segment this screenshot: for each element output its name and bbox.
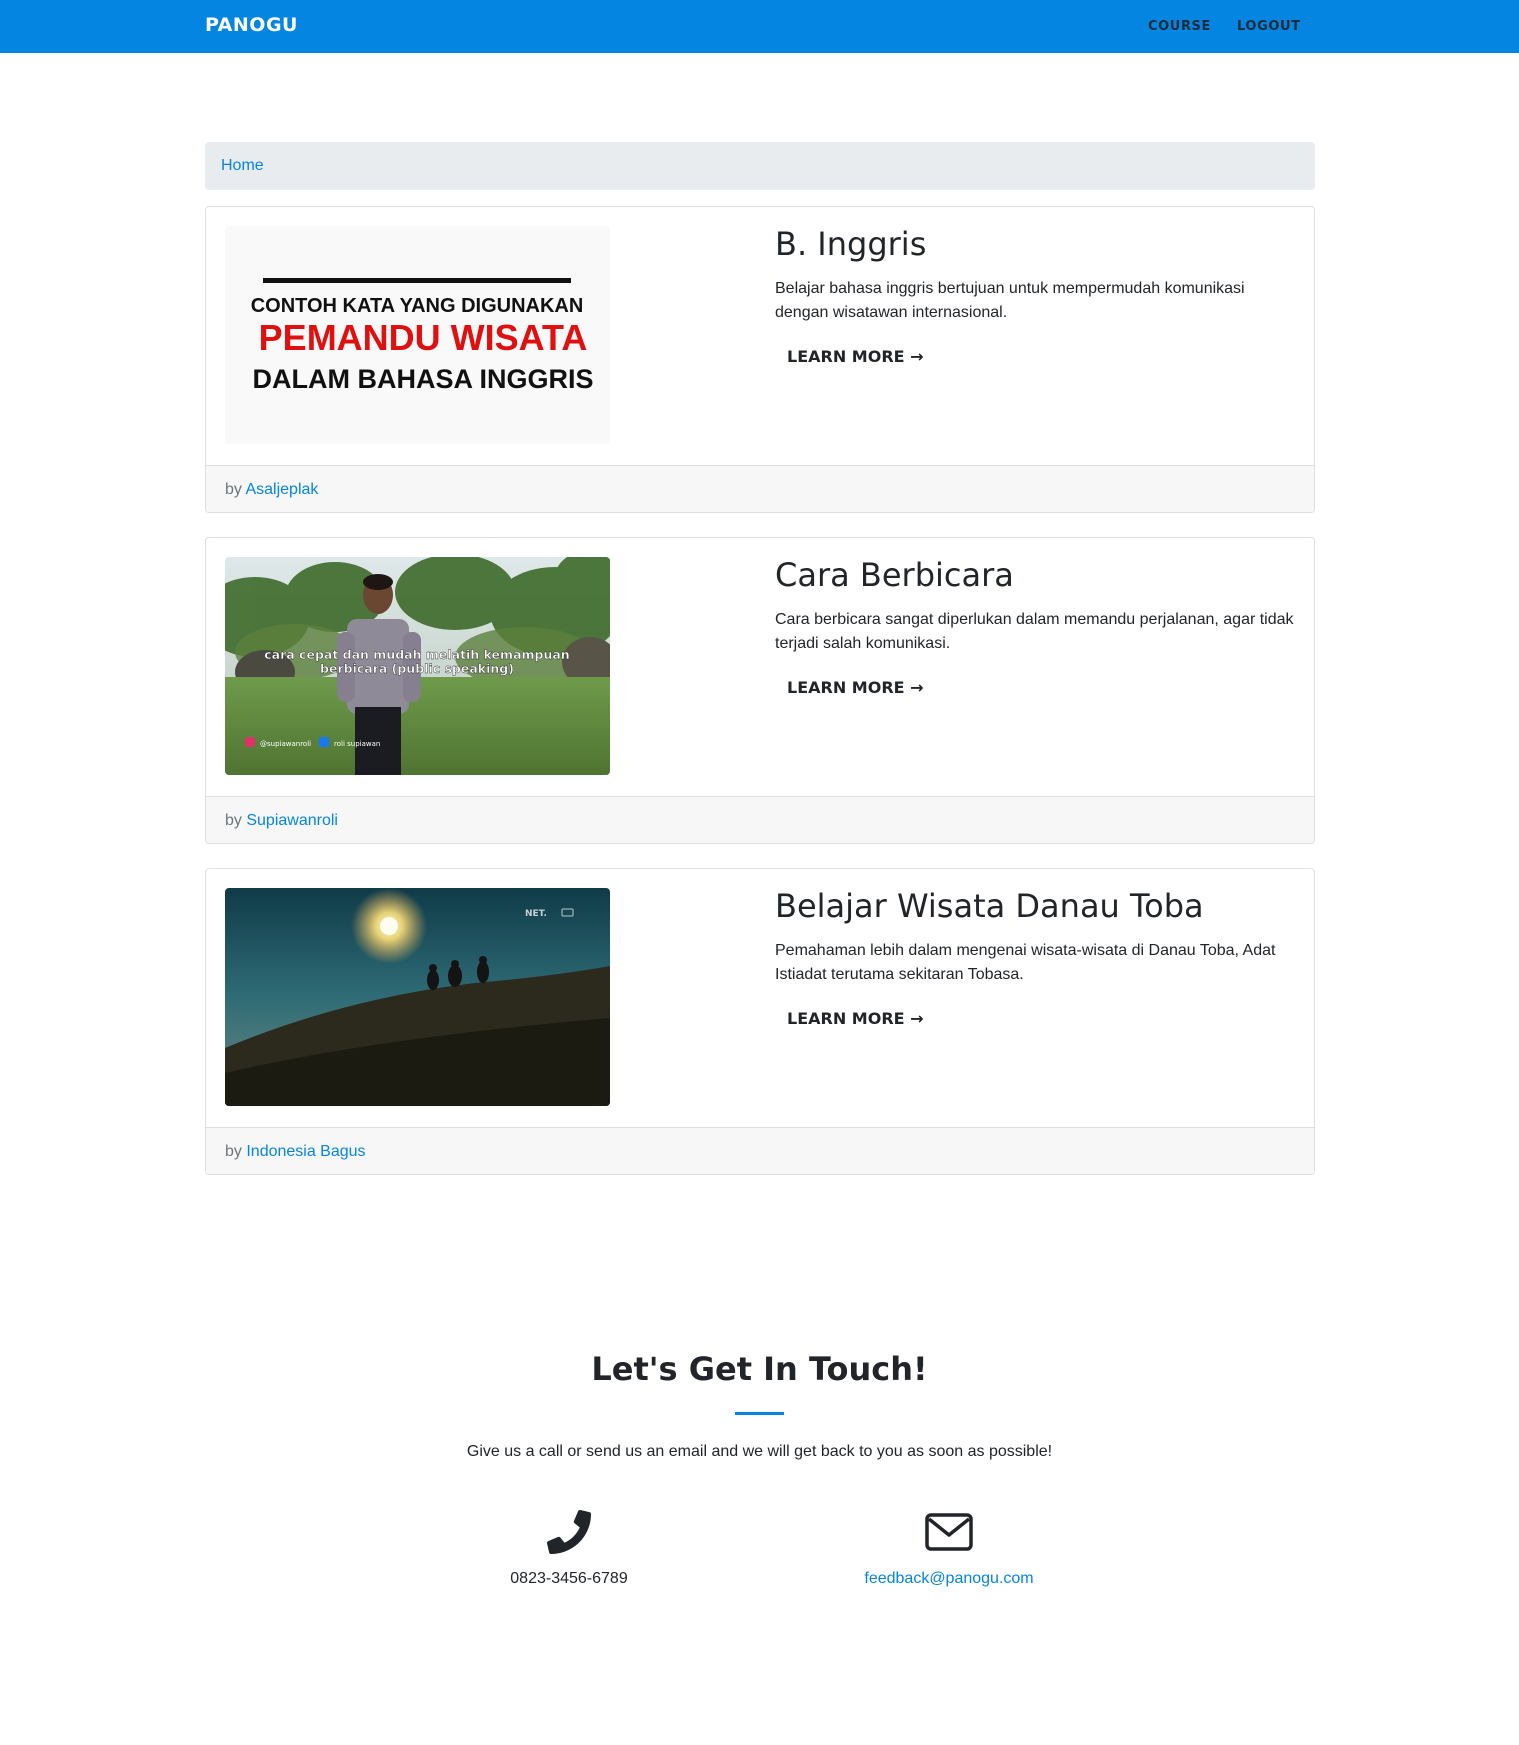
nav-course-link[interactable]: COURSE: [1148, 19, 1211, 34]
course-card: cara cepat dan mudah melatih kemampuan b…: [205, 537, 1315, 844]
learn-more-button[interactable]: LEARN MORE →: [787, 347, 924, 366]
contact-divider: [735, 1412, 784, 1415]
phone-icon: [547, 1510, 591, 1554]
facebook-handle: roli supiawan: [334, 740, 380, 748]
facebook-icon: [319, 737, 329, 747]
brand-logo[interactable]: PANOGU: [205, 14, 298, 36]
contact-email: feedback@panogu.com: [799, 1510, 1099, 1588]
card-body: NET. Belajar Wisata Danau Toba Pemahaman…: [206, 869, 1314, 1127]
contact-title: Let's Get In Touch!: [591, 1350, 928, 1388]
card-body: CONTOH KATA YANG DIGUNAKAN PEMANDU WISAT…: [206, 207, 1314, 465]
by-label: by: [225, 1143, 247, 1160]
envelope-icon: [925, 1513, 973, 1551]
sun: [380, 917, 398, 935]
thumbnail-caption-2: berbicara (public speaking): [320, 661, 514, 676]
thumbnail-line-3: DALAM BAHASA INGGRIS: [253, 364, 594, 394]
card-footer: by Indonesia Bagus: [206, 1127, 1314, 1174]
learn-more-button[interactable]: LEARN MORE →: [787, 1009, 924, 1028]
course-info: Belajar Wisata Danau Toba Pemahaman lebi…: [775, 887, 1300, 1029]
course-info: B. Inggris Belajar bahasa inggris bertuj…: [775, 225, 1300, 367]
thumbnail-image: cara cepat dan mudah melatih kemampuan b…: [225, 557, 610, 775]
phone-number[interactable]: 0823-3456-6789: [419, 1570, 719, 1588]
course-thumbnail[interactable]: CONTOH KATA YANG DIGUNAKAN PEMANDU WISAT…: [225, 226, 610, 444]
navbar: PANOGU COURSE LOGOUT: [0, 0, 1519, 53]
instagram-icon: [245, 737, 255, 747]
by-label: by: [225, 812, 247, 829]
course-description: Belajar bahasa inggris bertujuan untuk m…: [775, 280, 1245, 322]
course-info: Cara Berbicara Cara berbicara sangat dip…: [775, 556, 1300, 698]
course-description: Cara berbicara sangat diperlukan dalam m…: [775, 611, 1294, 653]
thumbnail-rule: [263, 278, 571, 283]
thumbnail-line-1: CONTOH KATA YANG DIGUNAKAN: [251, 295, 584, 317]
course-thumbnail[interactable]: cara cepat dan mudah melatih kemampuan b…: [225, 557, 610, 775]
author-link[interactable]: Supiawanroli: [246, 812, 338, 829]
by-label: by: [225, 481, 246, 498]
thumbnail-image: CONTOH KATA YANG DIGUNAKAN PEMANDU WISAT…: [225, 226, 610, 444]
author-link[interactable]: Indonesia Bagus: [246, 1143, 365, 1160]
card-footer: by Asaljeplak: [206, 465, 1314, 512]
nav-logout-link[interactable]: LOGOUT: [1237, 19, 1301, 34]
course-card: NET. Belajar Wisata Danau Toba Pemahaman…: [205, 868, 1315, 1175]
card-body: cara cepat dan mudah melatih kemampuan b…: [206, 538, 1314, 796]
channel-logo: NET.: [525, 909, 547, 919]
breadcrumb: Home: [205, 142, 1315, 190]
email-link[interactable]: feedback@panogu.com: [799, 1570, 1099, 1588]
contact-lead: Give us a call or send us an email and w…: [466, 1443, 1053, 1460]
course-card: CONTOH KATA YANG DIGUNAKAN PEMANDU WISAT…: [205, 206, 1315, 513]
author-link[interactable]: Asaljeplak: [245, 481, 318, 498]
course-description: Pemahaman lebih dalam mengenai wisata-wi…: [775, 942, 1276, 984]
thumbnail-line-2: PEMANDU WISATA: [259, 317, 588, 358]
thumbnail-caption-1: cara cepat dan mudah melatih kemampuan: [264, 647, 569, 662]
course-thumbnail[interactable]: NET.: [225, 888, 610, 1106]
course-title: Belajar Wisata Danau Toba: [775, 887, 1204, 925]
instagram-handle: @supiawanroli: [260, 740, 311, 748]
contact-phone: 0823-3456-6789: [419, 1510, 719, 1588]
learn-more-button[interactable]: LEARN MORE →: [787, 678, 924, 697]
breadcrumb-home-link[interactable]: Home: [221, 157, 264, 175]
card-footer: by Supiawanroli: [206, 796, 1314, 843]
course-title: Cara Berbicara: [775, 556, 1014, 594]
thumbnail-image: NET.: [225, 888, 610, 1106]
course-title: B. Inggris: [775, 225, 927, 263]
